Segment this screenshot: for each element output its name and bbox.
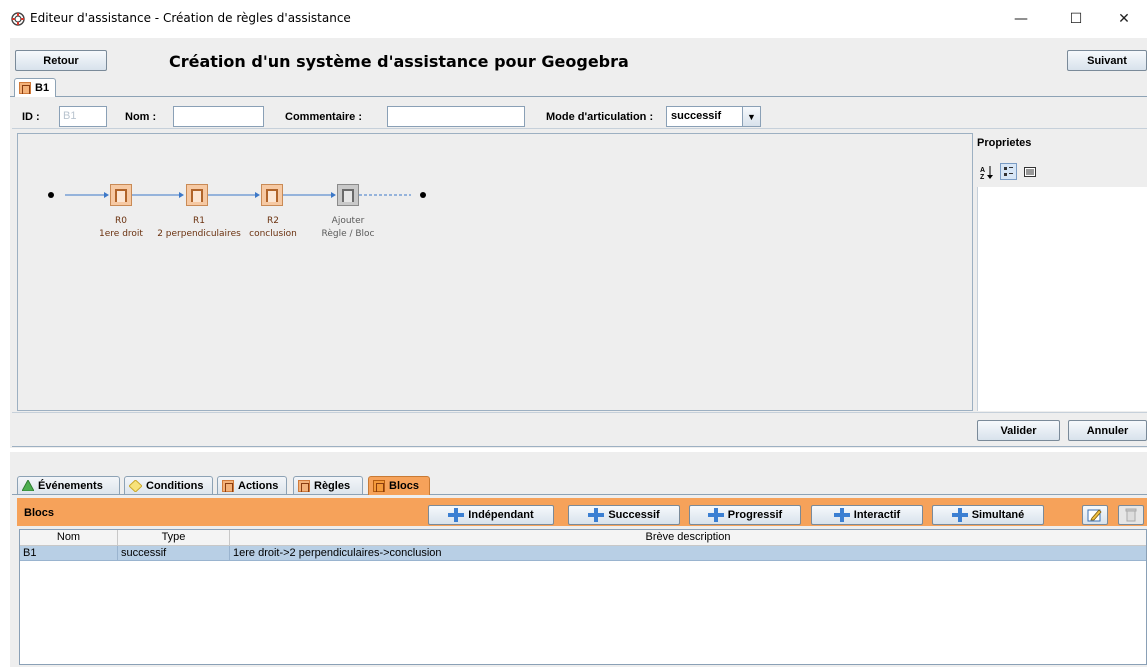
- plus-icon: [951, 508, 968, 522]
- plus-icon: [588, 508, 605, 522]
- node-label-r0: R0 1ere droit: [99, 216, 143, 239]
- id-label: ID :: [22, 111, 40, 123]
- svg-text:Z: Z: [980, 174, 985, 179]
- add-simultane-button[interactable]: Simultané: [932, 505, 1044, 525]
- add-independant-label: Indépendant: [468, 509, 534, 521]
- tab-conditions-label: Conditions: [146, 479, 204, 492]
- triangle-icon: [22, 480, 34, 491]
- rule-node-r2[interactable]: [261, 184, 283, 206]
- plus-icon: [833, 508, 850, 522]
- comment-label: Commentaire :: [285, 111, 363, 123]
- id-field: B1: [59, 106, 107, 127]
- close-button[interactable]: ✕: [1101, 0, 1147, 38]
- trash-icon: [1125, 508, 1137, 522]
- comment-field[interactable]: [387, 106, 525, 127]
- window-title: Editeur d'assistance - Création de règle…: [30, 11, 351, 25]
- diamond-icon: [129, 479, 142, 492]
- add-simultane-label: Simultané: [971, 509, 1025, 521]
- tab-actions[interactable]: Actions: [217, 476, 287, 494]
- properties-title: Proprietes: [977, 137, 1032, 149]
- plus-icon: [707, 508, 724, 522]
- sort-az-icon[interactable]: A Z: [980, 165, 994, 179]
- column-header-nom[interactable]: Nom: [20, 530, 118, 546]
- minimize-button[interactable]: —: [998, 0, 1044, 38]
- edit-button[interactable]: [1082, 505, 1108, 525]
- tab-regles-label: Règles: [314, 479, 351, 492]
- page-heading: Création d'un système d'assistance pour …: [169, 52, 629, 71]
- rule-icon: [298, 479, 310, 492]
- rule-node-r0[interactable]: [110, 184, 132, 206]
- blocs-title: Blocs: [24, 507, 54, 519]
- blocs-table[interactable]: Nom Type Brève description B1 successif …: [19, 529, 1147, 665]
- validate-button[interactable]: Valider: [977, 420, 1060, 441]
- mode-label: Mode d'articulation :: [546, 111, 654, 123]
- tab-b1-label: B1: [35, 82, 50, 94]
- cell-nom: B1: [20, 546, 118, 561]
- svg-text:A: A: [980, 167, 985, 174]
- delete-button[interactable]: [1118, 505, 1144, 525]
- table-row[interactable]: B1 successif 1ere droit->2 perpendiculai…: [20, 546, 1146, 561]
- add-interactif-button[interactable]: Interactif: [811, 505, 923, 525]
- back-button[interactable]: Retour: [15, 50, 107, 71]
- mode-select-value: successif: [671, 110, 722, 122]
- block-icon: [19, 82, 31, 94]
- chevron-down-icon[interactable]: ▼: [742, 107, 760, 126]
- categorized-icon[interactable]: [1000, 163, 1017, 180]
- add-interactif-label: Interactif: [853, 509, 901, 521]
- table-header: Nom Type Brève description: [20, 530, 1146, 546]
- edit-icon: [1087, 509, 1102, 522]
- node-label-add: Ajouter Règle / Bloc: [321, 216, 375, 239]
- cell-description: 1ere droit->2 perpendiculaires->conclusi…: [233, 547, 442, 559]
- column-header-description[interactable]: Brève description: [230, 530, 1146, 546]
- add-rule-node[interactable]: [337, 184, 359, 206]
- tab-evenements[interactable]: Événements: [17, 476, 120, 494]
- window-titlebar: Editeur d'assistance - Création de règle…: [0, 0, 1147, 38]
- tab-evenements-label: Événements: [38, 479, 103, 492]
- cancel-button[interactable]: Annuler: [1068, 420, 1147, 441]
- tab-actions-label: Actions: [238, 479, 279, 492]
- column-header-type[interactable]: Type: [118, 530, 230, 546]
- tab-regles[interactable]: Règles: [293, 476, 363, 494]
- add-successif-button[interactable]: Successif: [568, 505, 680, 525]
- properties-area[interactable]: [977, 187, 1147, 411]
- add-successif-label: Successif: [608, 509, 660, 521]
- add-independant-button[interactable]: Indépendant: [428, 505, 554, 525]
- add-progressif-button[interactable]: Progressif: [689, 505, 801, 525]
- add-progressif-label: Progressif: [727, 509, 783, 521]
- rule-icon: [222, 479, 234, 492]
- rule-node-r1[interactable]: [186, 184, 208, 206]
- name-label: Nom :: [125, 111, 157, 123]
- tab-conditions[interactable]: Conditions: [124, 476, 213, 494]
- rule-icon: [373, 480, 385, 492]
- list-icon[interactable]: [1024, 167, 1036, 177]
- next-button[interactable]: Suivant: [1067, 50, 1147, 71]
- tab-blocs-label: Blocs: [389, 480, 419, 492]
- mode-select[interactable]: successif ▼: [666, 106, 761, 127]
- cell-type: successif: [118, 546, 230, 561]
- lifebuoy-icon: [11, 12, 25, 26]
- plus-icon: [448, 508, 465, 522]
- node-label-r2: R2 conclusion: [249, 216, 297, 239]
- node-label-r1: R1 2 perpendiculaires: [157, 216, 241, 239]
- tab-blocs[interactable]: Blocs: [368, 476, 430, 495]
- name-field[interactable]: [173, 106, 264, 127]
- maximize-button[interactable]: ☐: [1053, 0, 1099, 38]
- diagram-connectors: [48, 192, 426, 198]
- tab-b1[interactable]: B1: [14, 78, 57, 97]
